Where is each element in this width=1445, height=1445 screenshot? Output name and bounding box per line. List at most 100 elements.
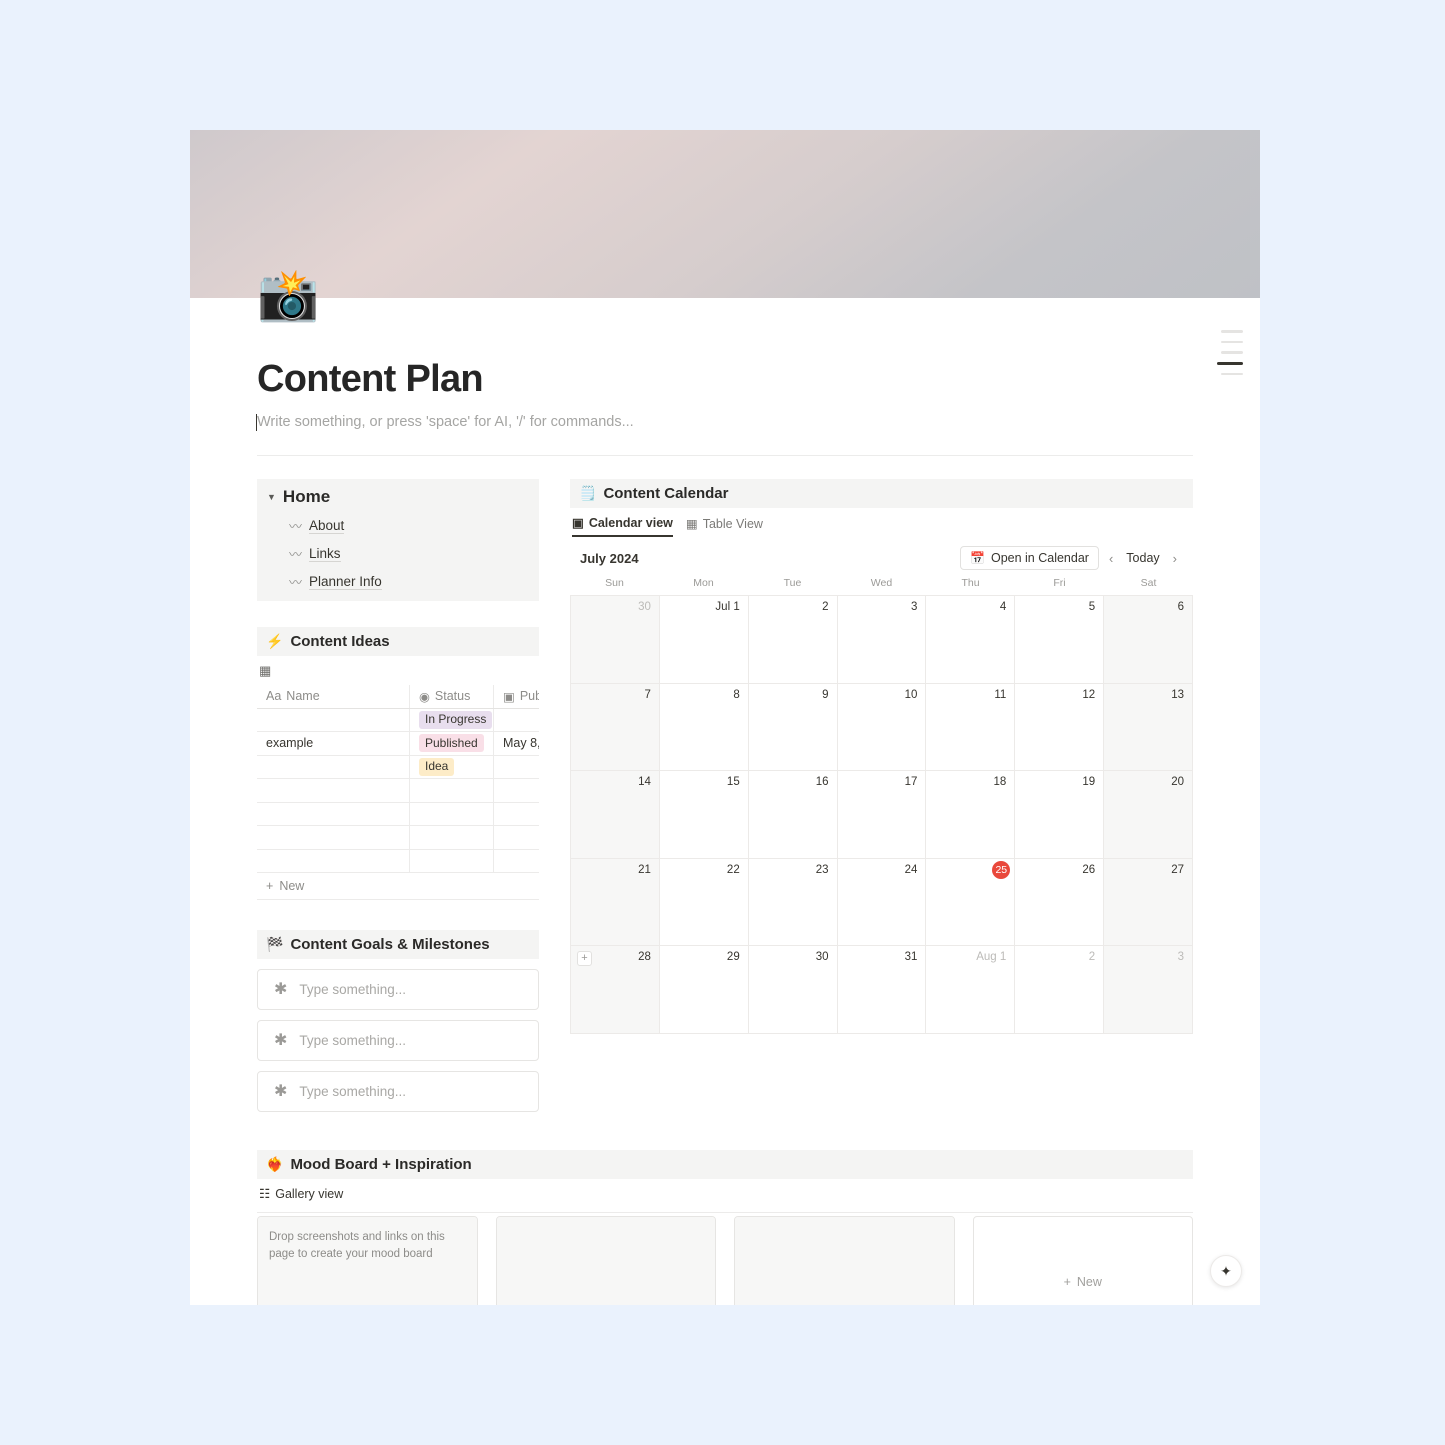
cell-name[interactable]: [257, 802, 410, 825]
cell-status[interactable]: Published: [410, 732, 494, 755]
calendar-day-cell[interactable]: 3: [837, 596, 927, 684]
cell-name[interactable]: [257, 779, 410, 802]
tab-table-view[interactable]: ▦ Table View: [686, 516, 763, 536]
gallery-card[interactable]: 〰 Mood Board 2: [495, 1216, 716, 1305]
home-toggle-header[interactable]: ▼ Home: [267, 487, 529, 507]
page-body-placeholder[interactable]: Write something, or press 'space' for AI…: [255, 414, 1193, 431]
table-of-contents-rail[interactable]: [1217, 330, 1243, 375]
cell-name[interactable]: [257, 755, 410, 778]
calendar-day-cell[interactable]: 8: [659, 683, 749, 771]
page-icon-camera-icon[interactable]: 📸: [257, 270, 319, 320]
cell-published[interactable]: May 8, 2: [494, 732, 539, 755]
cell-status[interactable]: [410, 802, 494, 825]
toc-line[interactable]: [1221, 340, 1243, 343]
page-cover-banner[interactable]: [190, 130, 1260, 298]
calendar-day-cell[interactable]: 23: [748, 858, 838, 946]
calendar-day-cell[interactable]: 27: [1104, 858, 1194, 946]
cell-status[interactable]: [410, 826, 494, 849]
goals-header[interactable]: 🏁 Content Goals & Milestones: [257, 930, 539, 959]
cell-published[interactable]: [494, 826, 539, 849]
cell-published[interactable]: [494, 756, 539, 779]
calendar-day-cell[interactable]: 21: [571, 858, 660, 946]
table-view-icon[interactable]: ▦: [259, 663, 271, 679]
calendar-day-cell[interactable]: 16: [748, 771, 838, 859]
calendar-day-cell[interactable]: +28: [571, 946, 660, 1034]
ai-assistant-button[interactable]: ✦: [1210, 1255, 1242, 1287]
goal-input-row[interactable]: ✱ Type something...: [257, 969, 539, 1010]
tab-gallery-view[interactable]: ☷ Gallery view: [259, 1186, 343, 1206]
calendar-day-cell[interactable]: 7: [571, 683, 660, 771]
calendar-day-cell[interactable]: 13: [1104, 683, 1194, 771]
table-row[interactable]: [257, 826, 539, 850]
cell-status[interactable]: [410, 849, 494, 872]
calendar-day-cell[interactable]: 4: [926, 596, 1016, 684]
calendar-day-cell[interactable]: 26: [1015, 858, 1105, 946]
add-event-plus-icon[interactable]: +: [577, 951, 592, 966]
goal-input-row[interactable]: ✱ Type something...: [257, 1020, 539, 1061]
cell-name[interactable]: [257, 826, 410, 849]
calendar-day-cell[interactable]: 25: [926, 858, 1016, 946]
calendar-day-cell[interactable]: Jul 1: [659, 596, 749, 684]
chevron-down-icon[interactable]: ▼: [267, 492, 276, 502]
open-in-calendar-button[interactable]: 📅 Open in Calendar: [960, 546, 1099, 570]
calendar-day-cell[interactable]: 17: [837, 771, 927, 859]
toc-line[interactable]: [1221, 330, 1243, 333]
gallery-new-card-button[interactable]: + New: [972, 1216, 1193, 1305]
toc-line[interactable]: [1221, 372, 1243, 375]
cell-name[interactable]: [257, 708, 410, 731]
prev-month-button[interactable]: ‹: [1103, 551, 1119, 566]
table-row[interactable]: [257, 802, 539, 826]
calendar-day-cell[interactable]: 2: [748, 596, 838, 684]
calendar-day-cell[interactable]: 19: [1015, 771, 1105, 859]
calendar-day-cell[interactable]: 12: [1015, 683, 1105, 771]
tab-calendar-view[interactable]: ▣ Calendar view: [572, 515, 673, 537]
calendar-day-cell[interactable]: 30: [748, 946, 838, 1034]
cell-status[interactable]: In Progress: [410, 708, 494, 731]
new-row-button[interactable]: + New: [257, 873, 539, 900]
calendar-day-cell[interactable]: 10: [837, 683, 927, 771]
page-title[interactable]: Content Plan: [257, 358, 1193, 401]
calendar-day-cell[interactable]: 29: [659, 946, 749, 1034]
table-row[interactable]: [257, 779, 539, 803]
calendar-day-cell[interactable]: 30: [571, 596, 660, 684]
next-month-button[interactable]: ›: [1167, 551, 1183, 566]
goal-input-row[interactable]: ✱ Type something...: [257, 1071, 539, 1112]
calendar-day-cell[interactable]: 11: [926, 683, 1016, 771]
calendar-day-cell[interactable]: 31: [837, 946, 927, 1034]
cell-status[interactable]: Idea: [410, 755, 494, 778]
content-ideas-header[interactable]: ⚡ Content Ideas: [257, 627, 539, 656]
calendar-day-cell[interactable]: Aug 1: [926, 946, 1016, 1034]
calendar-day-cell[interactable]: 9: [748, 683, 838, 771]
cell-published[interactable]: [494, 779, 539, 802]
table-row[interactable]: example Published May 8, 2: [257, 732, 539, 756]
content-calendar-header[interactable]: 🗒️ Content Calendar: [570, 479, 1193, 508]
table-row[interactable]: In Progress: [257, 708, 539, 732]
home-toggle-block[interactable]: ▼ Home 〰 About 〰 Links 〰 Planner Info: [257, 479, 539, 601]
calendar-day-cell[interactable]: 24: [837, 858, 927, 946]
moodboard-header[interactable]: ❤️‍🔥 Mood Board + Inspiration: [257, 1150, 1193, 1179]
column-header-status[interactable]: ◉ Status: [410, 685, 494, 708]
sidebar-item-about[interactable]: 〰 About: [289, 516, 529, 535]
cell-name[interactable]: example: [257, 732, 410, 755]
today-button[interactable]: Today: [1123, 551, 1162, 565]
gallery-card[interactable]: 〰 Mood Board 3: [734, 1216, 955, 1305]
cell-published[interactable]: [494, 850, 539, 873]
gallery-card[interactable]: Drop screenshots and links on this page …: [257, 1216, 478, 1305]
calendar-day-cell[interactable]: 5: [1015, 596, 1105, 684]
calendar-day-cell[interactable]: 18: [926, 771, 1016, 859]
calendar-day-cell[interactable]: 2: [1015, 946, 1105, 1034]
cell-name[interactable]: [257, 849, 410, 872]
table-row[interactable]: Idea: [257, 755, 539, 779]
column-header-published[interactable]: ▣ Publi: [494, 685, 539, 708]
calendar-day-cell[interactable]: 22: [659, 858, 749, 946]
sidebar-item-links[interactable]: 〰 Links: [289, 544, 529, 563]
calendar-day-cell[interactable]: 3: [1104, 946, 1194, 1034]
cell-published[interactable]: [494, 803, 539, 826]
table-row[interactable]: [257, 849, 539, 873]
column-header-name[interactable]: Aa Name: [257, 685, 410, 708]
calendar-day-cell[interactable]: 14: [571, 771, 660, 859]
calendar-day-cell[interactable]: 6: [1104, 596, 1194, 684]
toc-line-active[interactable]: [1217, 361, 1243, 365]
toc-line[interactable]: [1221, 351, 1243, 354]
calendar-day-cell[interactable]: 20: [1104, 771, 1194, 859]
